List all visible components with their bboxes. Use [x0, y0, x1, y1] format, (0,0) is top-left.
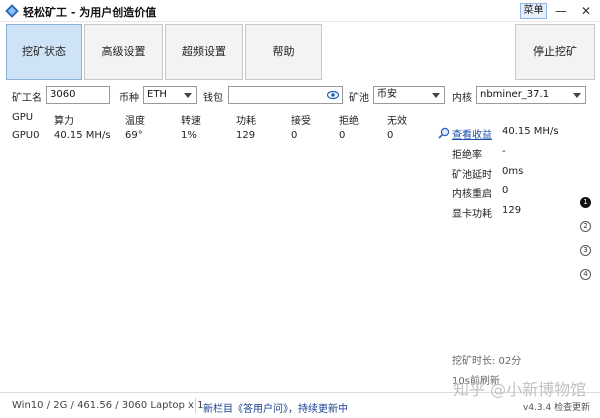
header-rejected: 拒绝 [339, 116, 359, 127]
stop-mining-button[interactable]: 停止挖矿 [515, 24, 595, 80]
cell-fan-speed: 1% [181, 130, 197, 141]
cell-gpu: GPU0 [12, 130, 40, 141]
tab-help[interactable]: 帮助 [245, 24, 322, 80]
app-title: 轻松矿工 - 为用户创造价值 [23, 6, 157, 19]
kernel-label: 内核 [452, 93, 472, 104]
main-toolbar: 挖矿状态 高级设置 超频设置 帮助 停止挖矿 [0, 22, 600, 83]
settings-row: 矿工名 3060 币种 ETH 钱包 矿池 币安 内核 nbminer_37.1 [0, 84, 600, 108]
page-dot-4[interactable]: 4 [580, 269, 591, 280]
pool-value: 币安 [377, 89, 397, 100]
stat-row: 内核重启 0 [438, 185, 578, 200]
cell-hashrate: 40.15 MH/s [54, 130, 111, 141]
table-row[interactable]: GPU0 40.15 MH/s 69° 1% 129 0 0 0 [0, 130, 440, 144]
news-link[interactable]: 新栏目《答用户问》，持续更新中 [203, 400, 348, 415]
cell-invalid: 0 [387, 130, 394, 141]
stat-row: 矿池延时 0ms [438, 166, 578, 181]
header-hashrate: 算力 [54, 116, 74, 127]
header-temperature: 温度 [125, 116, 145, 127]
coin-value: ETH [147, 89, 167, 100]
view-earnings-link[interactable]: 查看收益 [452, 126, 492, 141]
page-dot-2[interactable]: 2 [580, 221, 591, 232]
mining-duration: 挖矿时长: 02分 [452, 356, 522, 367]
chevron-down-icon [432, 93, 440, 98]
page-dot-3[interactable]: 3 [580, 245, 591, 256]
pool-select[interactable]: 币安 [373, 86, 445, 104]
menu-button[interactable]: 菜单 [520, 3, 547, 19]
page-dot-1[interactable]: 1 [580, 197, 591, 208]
kernel-select[interactable]: nbminer_37.1 [476, 86, 586, 104]
gpu-table-header: GPU 算力 温度 转速 功耗 接受 拒绝 无效 [0, 112, 440, 127]
header-invalid: 无效 [387, 116, 407, 127]
miner-name-label: 矿工名 [12, 93, 42, 104]
kernel-restart-label: 内核重启 [452, 189, 492, 200]
miner-name-input[interactable]: 3060 [46, 86, 110, 104]
earnings-row: 查看收益 40.15 MH/s [438, 126, 578, 141]
miner-name-value: 3060 [50, 89, 76, 100]
header-power: 功耗 [236, 116, 256, 127]
reject-rate-value: - [502, 146, 506, 157]
version-check-update[interactable]: v4.3.4 检查更新 [523, 400, 590, 413]
tab-advanced-settings[interactable]: 高级设置 [84, 24, 163, 80]
pool-latency-label: 矿池延时 [452, 170, 492, 181]
cell-power: 129 [236, 130, 256, 141]
chevron-down-icon [573, 93, 581, 98]
cell-temperature: 69° [125, 130, 143, 141]
tab-mining-status[interactable]: 挖矿状态 [6, 24, 82, 80]
gpu-power-value: 129 [502, 205, 522, 216]
stat-row: 拒绝率 - [438, 146, 578, 161]
reject-rate-label: 拒绝率 [452, 150, 482, 161]
earnings-value: 40.15 MH/s [502, 126, 559, 137]
header-fan-speed: 转速 [181, 116, 201, 127]
pool-latency-value: 0ms [502, 166, 524, 177]
stat-row: 显卡功耗 129 [438, 205, 578, 220]
header-accepted: 接受 [291, 116, 311, 127]
system-info: Win10 / 2G / 461.56 / 3060 Laptop x 1 [12, 400, 204, 411]
minimize-button[interactable]: — [553, 2, 569, 20]
eye-icon[interactable] [327, 90, 339, 100]
wallet-label: 钱包 [203, 93, 223, 104]
coin-label: 币种 [119, 93, 139, 104]
close-button[interactable]: ✕ [578, 2, 594, 20]
chevron-down-icon [184, 93, 192, 98]
coin-select[interactable]: ETH [143, 86, 197, 104]
app-logo-icon [5, 4, 19, 18]
divider [195, 398, 196, 413]
cell-accepted: 0 [291, 130, 298, 141]
cell-rejected: 0 [339, 130, 346, 141]
gpu-power-label: 显卡功耗 [452, 209, 492, 220]
kernel-restart-value: 0 [502, 185, 509, 196]
tab-overclock-settings[interactable]: 超频设置 [165, 24, 243, 80]
watermark: 知乎 @小新博物馆 [453, 380, 587, 399]
magnifier-icon [438, 127, 450, 139]
pool-label: 矿池 [349, 93, 369, 104]
header-gpu: GPU [12, 112, 34, 123]
kernel-value: nbminer_37.1 [480, 89, 550, 100]
title-bar: 轻松矿工 - 为用户创造价值 菜单 — ✕ [0, 0, 600, 22]
wallet-input[interactable] [228, 86, 343, 104]
